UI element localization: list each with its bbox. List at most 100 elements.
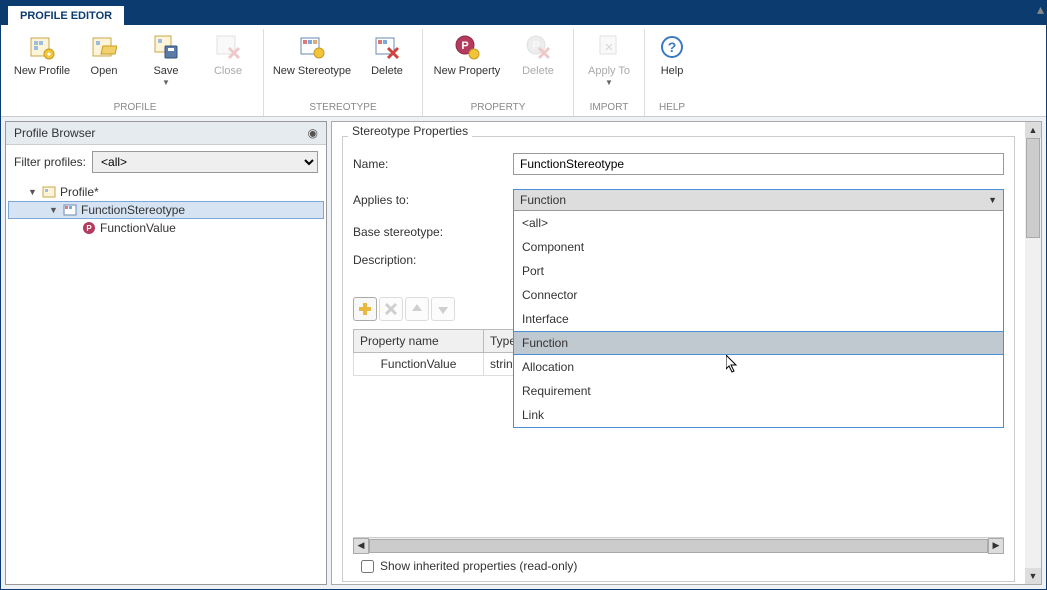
- label: Delete: [371, 65, 403, 78]
- new-property-icon: P: [453, 33, 481, 61]
- label: Apply To: [588, 65, 630, 78]
- applies-label: Applies to:: [353, 193, 513, 207]
- chevron-down-icon: ▼: [988, 195, 997, 205]
- tab-bar: PROFILE EDITOR: [1, 1, 1046, 25]
- scroll-thumb[interactable]: [1026, 138, 1040, 238]
- save-icon: [152, 33, 180, 61]
- tab-profile-editor[interactable]: PROFILE EDITOR: [7, 5, 125, 25]
- scroll-down-icon[interactable]: ▼: [1025, 568, 1041, 584]
- remove-property-button: [379, 297, 403, 321]
- name-input[interactable]: [513, 153, 1004, 175]
- stereotype-icon: [63, 203, 77, 217]
- show-inherited-label: Show inherited properties (read-only): [380, 559, 577, 573]
- ribbon-group-import: Apply To ▼ IMPORT: [574, 29, 645, 116]
- chevron-down-icon: ▼: [162, 78, 170, 88]
- group-label: STEREOTYPE: [309, 100, 376, 116]
- tree-label: Profile*: [60, 185, 99, 199]
- delete-property-icon: P: [524, 33, 552, 61]
- label: Delete: [522, 65, 554, 78]
- new-profile-icon: ✦: [28, 33, 56, 61]
- apply-to-icon: [595, 33, 623, 61]
- help-icon: ?: [658, 33, 686, 61]
- ribbon-group-property: P New Property P Delete PROPERTY: [423, 29, 574, 116]
- svg-text:P: P: [86, 224, 92, 233]
- option-port[interactable]: Port: [514, 259, 1003, 283]
- option-interface[interactable]: Interface: [514, 307, 1003, 331]
- applies-to-combo[interactable]: Function ▼ <all> Component Port Connecto…: [513, 189, 1004, 211]
- profile-browser-panel: Profile Browser ◉ Filter profiles: <all>…: [5, 121, 327, 585]
- option-all[interactable]: <all>: [514, 211, 1003, 235]
- label: New Profile: [14, 65, 70, 78]
- open-icon: [90, 33, 118, 61]
- panel-menu-icon[interactable]: ◉: [308, 126, 318, 140]
- label: New Property: [434, 65, 501, 78]
- label: New Stereotype: [273, 65, 351, 78]
- option-requirement[interactable]: Requirement: [514, 379, 1003, 403]
- filter-select[interactable]: <all>: [92, 151, 318, 173]
- property-icon: P: [82, 221, 96, 235]
- move-down-button: [431, 297, 455, 321]
- scroll-up-icon[interactable]: ▲: [1025, 122, 1041, 138]
- vertical-scrollbar[interactable]: ▲ ▼: [1025, 122, 1041, 584]
- group-label: PROFILE: [114, 100, 157, 116]
- ribbon-group-help: ? Help HELP: [645, 29, 699, 116]
- close-icon: [214, 33, 242, 61]
- save-button[interactable]: Save ▼: [137, 29, 195, 100]
- tree-label: FunctionStereotype: [81, 203, 185, 217]
- option-function[interactable]: Function: [514, 331, 1003, 355]
- panel-title: Profile Browser: [14, 126, 95, 140]
- svg-text:P: P: [532, 40, 539, 52]
- new-property-button[interactable]: P New Property: [429, 29, 505, 100]
- name-label: Name:: [353, 157, 513, 171]
- option-allocation[interactable]: Allocation: [514, 355, 1003, 379]
- tree-stereotype[interactable]: ▼ FunctionStereotype: [8, 201, 324, 219]
- chevron-down-icon: ▼: [605, 78, 613, 88]
- label: Help: [661, 65, 684, 78]
- option-component[interactable]: Component: [514, 235, 1003, 259]
- ribbon: ✦ New Profile Open Save ▼: [1, 25, 1046, 117]
- show-inherited-checkbox[interactable]: [361, 560, 374, 573]
- tree-label: FunctionValue: [100, 221, 176, 235]
- add-property-button[interactable]: [353, 297, 377, 321]
- profile-tree: ▼ Profile* ▼ FunctionStereotype P Functi…: [6, 179, 326, 241]
- group-label: IMPORT: [590, 100, 629, 116]
- col-name[interactable]: Property name: [354, 330, 484, 353]
- label: Save: [153, 65, 178, 78]
- close-button: Close: [199, 29, 257, 100]
- new-stereotype-button[interactable]: New Stereotype: [270, 29, 354, 100]
- open-button[interactable]: Open: [75, 29, 133, 100]
- description-label: Description:: [353, 253, 513, 267]
- new-stereotype-icon: [298, 33, 326, 61]
- profile-icon: [42, 185, 56, 199]
- expand-icon[interactable]: ▼: [28, 187, 38, 197]
- base-label: Base stereotype:: [353, 225, 513, 239]
- help-button[interactable]: ? Help: [651, 29, 693, 100]
- filter-label: Filter profiles:: [14, 155, 86, 169]
- fieldset-title: Stereotype Properties: [348, 124, 472, 138]
- label: Open: [91, 65, 118, 78]
- properties-panel: Stereotype Properties Name: Applies to: …: [331, 121, 1042, 585]
- move-up-button: [405, 297, 429, 321]
- ribbon-group-profile: ✦ New Profile Open Save ▼: [7, 29, 264, 116]
- expand-icon[interactable]: ▼: [49, 205, 59, 215]
- svg-text:P: P: [461, 40, 468, 52]
- ribbon-group-stereotype: New Stereotype Delete STEREOTYPE: [264, 29, 423, 116]
- scroll-right-icon[interactable]: ▶: [988, 538, 1004, 554]
- apply-to-button: Apply To ▼: [580, 29, 638, 100]
- group-label: HELP: [659, 100, 685, 116]
- delete-property-button: P Delete: [509, 29, 567, 100]
- option-link[interactable]: Link: [514, 403, 1003, 427]
- tree-property[interactable]: P FunctionValue: [8, 219, 324, 237]
- option-connector[interactable]: Connector: [514, 283, 1003, 307]
- svg-text:✦: ✦: [46, 50, 53, 59]
- cell-name: FunctionValue: [354, 353, 484, 376]
- collapse-ribbon-icon[interactable]: ▴: [1037, 1, 1044, 18]
- applies-to-dropdown: <all> Component Port Connector Interface…: [513, 210, 1004, 428]
- tree-root[interactable]: ▼ Profile*: [8, 183, 324, 201]
- label: Close: [214, 65, 242, 78]
- new-profile-button[interactable]: ✦ New Profile: [13, 29, 71, 100]
- panel-header: Profile Browser ◉: [6, 122, 326, 145]
- group-label: PROPERTY: [471, 100, 526, 116]
- delete-stereotype-button[interactable]: Delete: [358, 29, 416, 100]
- combo-value: Function: [520, 193, 566, 207]
